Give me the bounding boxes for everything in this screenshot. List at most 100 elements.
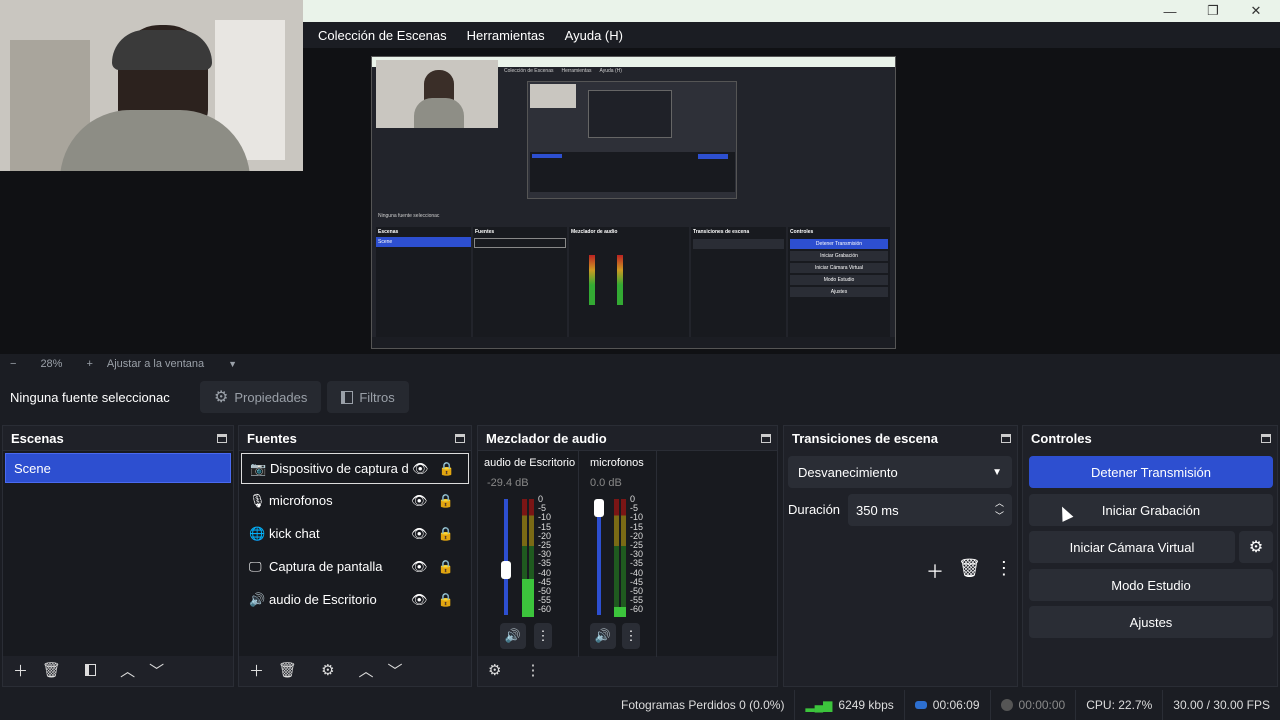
menu-scene-collection[interactable]: Colección de Escenas bbox=[318, 28, 447, 43]
scene-item[interactable]: Scene bbox=[5, 453, 231, 483]
channel-name: audio de Escritorio bbox=[484, 457, 576, 469]
zoom-value: 28% bbox=[40, 358, 63, 370]
menu-help[interactable]: Ayuda (H) bbox=[565, 28, 623, 43]
speaker-icon: 🔊 bbox=[249, 591, 266, 607]
inner-scenes-title: Escenas bbox=[378, 229, 399, 235]
settings-button[interactable]: Ajustes bbox=[1029, 606, 1273, 638]
menu-bar: Colección de Escenas Herramientas Ayuda … bbox=[303, 22, 1280, 48]
chevron-down-icon[interactable]: ﹀ bbox=[388, 660, 403, 681]
undock-icon[interactable] bbox=[455, 433, 465, 443]
zoom-out-button[interactable]: − bbox=[10, 358, 16, 370]
stop-stream-button[interactable]: Detener Transmisión bbox=[1029, 456, 1273, 488]
properties-button[interactable]: ⚙ Propiedades bbox=[200, 381, 322, 413]
trash-icon[interactable]: 🗑 bbox=[278, 661, 297, 679]
duration-spinbox[interactable]: 350 ms ︿ ﹀ bbox=[848, 494, 1012, 526]
undock-icon[interactable] bbox=[1261, 433, 1271, 443]
channel-menu-button[interactable]: ⋮ bbox=[534, 623, 552, 649]
virtual-camera-button[interactable]: Iniciar Cámara Virtual bbox=[1029, 531, 1235, 563]
inner-menu-1: Colección de Escenas bbox=[504, 68, 554, 74]
inner-menu-3: Ayuda (H) bbox=[599, 68, 622, 74]
gear-icon[interactable]: ⚙ bbox=[488, 661, 501, 679]
bitrate: 6249 kbps bbox=[838, 698, 894, 712]
eye-icon[interactable]: 👁 bbox=[411, 493, 428, 509]
add-icon[interactable]: ＋ bbox=[13, 660, 28, 681]
studio-mode-button[interactable]: Modo Estudio bbox=[1029, 569, 1273, 601]
stepper-icon[interactable]: ︿ ﹀ bbox=[995, 497, 1004, 523]
eye-icon[interactable]: 👁 bbox=[411, 526, 428, 542]
transition-selected-value: Desvanecimiento bbox=[798, 464, 898, 480]
mute-button[interactable]: 🔊 bbox=[590, 623, 616, 649]
cpu-usage: CPU: 22.7% bbox=[1086, 698, 1153, 712]
dropped-frames: Fotogramas Perdidos 0 (0.0%) bbox=[621, 698, 785, 712]
mixer-footer: ⚙ ⋮ bbox=[478, 654, 777, 686]
filters-button[interactable]: Filtros bbox=[327, 381, 409, 413]
undock-icon[interactable] bbox=[761, 433, 771, 443]
gear-icon: ⚙ bbox=[1248, 539, 1264, 556]
mute-button[interactable]: 🔊 bbox=[500, 623, 526, 649]
inner-no-source: Ninguna fuente seleccionac bbox=[378, 213, 440, 219]
preview-output: Colección de Escenas Herramientas Ayuda … bbox=[371, 56, 896, 349]
add-icon[interactable]: ＋ bbox=[926, 558, 944, 584]
eye-icon[interactable]: 👁 bbox=[411, 592, 428, 608]
gear-icon[interactable]: ⚙ bbox=[321, 661, 334, 679]
volume-slider-handle[interactable] bbox=[501, 561, 511, 579]
transition-select[interactable]: Desvanecimiento ▼ bbox=[788, 456, 1012, 488]
add-icon[interactable]: ＋ bbox=[249, 660, 264, 681]
lock-icon[interactable]: 🔒 bbox=[439, 461, 455, 477]
monitor-icon: 🖵 bbox=[249, 558, 262, 574]
controls-dock: Controles Detener Transmisión Iniciar Gr… bbox=[1022, 425, 1278, 687]
source-item[interactable]: 📷 Dispositivo de captura de 👁 🔒 bbox=[241, 453, 469, 484]
filter-icon[interactable] bbox=[85, 664, 97, 676]
inner-stop: Detener Transmisión bbox=[790, 239, 888, 249]
chevron-up-icon[interactable]: ︿ bbox=[359, 660, 374, 681]
kebab-icon[interactable]: ⋮ bbox=[525, 661, 540, 679]
trash-icon[interactable]: 🗑 bbox=[958, 558, 981, 584]
inner-settings: Ajustes bbox=[790, 287, 888, 297]
source-item[interactable]: 🎙 microfonos 👁 🔒 bbox=[241, 484, 469, 517]
inner-controls-title: Controles bbox=[790, 229, 814, 235]
meter-scale: 0 -5 -10 -15 -20 -25 -30 -35 -40 -45 -50 -55 -60 bbox=[630, 494, 644, 615]
signal-icon: ▂▄▆ bbox=[805, 698, 833, 712]
source-item[interactable]: 🔊 audio de Escritorio 👁 🔒 bbox=[241, 583, 469, 616]
channel-menu-button[interactable]: ⋮ bbox=[622, 623, 640, 649]
eye-icon[interactable]: 👁 bbox=[411, 559, 428, 575]
obs-window: Colección de Escenas Herramientas Ayuda … bbox=[0, 0, 1280, 720]
source-label: Dispositivo de captura de bbox=[270, 461, 408, 476]
transitions-title: Transiciones de escena bbox=[792, 430, 938, 446]
volume-slider-handle[interactable] bbox=[594, 499, 604, 517]
lock-icon[interactable]: 🔒 bbox=[438, 592, 454, 608]
scenes-footer: ＋ 🗑 ︿ ﹀ bbox=[3, 654, 233, 686]
minimize-button[interactable]: — bbox=[1150, 0, 1190, 22]
trash-icon[interactable]: 🗑 bbox=[42, 661, 61, 679]
maximize-button[interactable]: ❐ bbox=[1193, 0, 1233, 22]
kebab-icon: ⋮ bbox=[624, 628, 638, 643]
lock-icon[interactable]: 🔒 bbox=[438, 493, 454, 509]
zoom-dropdown-icon[interactable]: ▼ bbox=[228, 359, 237, 369]
inner-transitions-title: Transiciones de escena bbox=[693, 229, 750, 235]
undock-icon[interactable] bbox=[1001, 433, 1011, 443]
chevron-down-icon[interactable]: ﹀ bbox=[149, 660, 164, 681]
channel-name: microfonos bbox=[590, 457, 644, 469]
source-item[interactable]: 🖵 Captura de pantalla 👁 🔒 bbox=[241, 550, 469, 583]
zoom-in-button[interactable]: + bbox=[86, 358, 92, 370]
audio-mixer-dock: Mezclador de audio audio de Escritorio -… bbox=[477, 425, 778, 687]
sources-title: Fuentes bbox=[247, 430, 297, 446]
kebab-icon[interactable]: ⋮ bbox=[995, 558, 1013, 584]
webcam-overlay bbox=[0, 0, 303, 171]
microphone-icon: 🎙 bbox=[249, 492, 266, 508]
channel-db: 0.0 dB bbox=[590, 477, 622, 489]
undock-icon[interactable] bbox=[217, 433, 227, 443]
volume-slider-track[interactable] bbox=[504, 499, 508, 615]
lock-icon[interactable]: 🔒 bbox=[438, 526, 454, 542]
zoom-fit-label[interactable]: Ajustar a la ventana bbox=[107, 358, 204, 370]
scale-tick: -60 bbox=[630, 604, 644, 615]
chevron-up-icon[interactable]: ︿ bbox=[120, 660, 135, 681]
scenes-dock: Escenas Scene ＋ 🗑 ︿ ﹀ bbox=[2, 425, 234, 687]
source-item[interactable]: 🌐 kick chat 👁 🔒 bbox=[241, 517, 469, 550]
menu-tools[interactable]: Herramientas bbox=[467, 28, 545, 43]
inner-vcam: Iniciar Cámara Virtual bbox=[790, 263, 888, 273]
lock-icon[interactable]: 🔒 bbox=[438, 559, 454, 575]
close-button[interactable]: ✕ bbox=[1236, 0, 1276, 22]
eye-icon[interactable]: 👁 bbox=[412, 461, 429, 477]
virtual-camera-settings-button[interactable]: ⚙ bbox=[1239, 531, 1273, 563]
